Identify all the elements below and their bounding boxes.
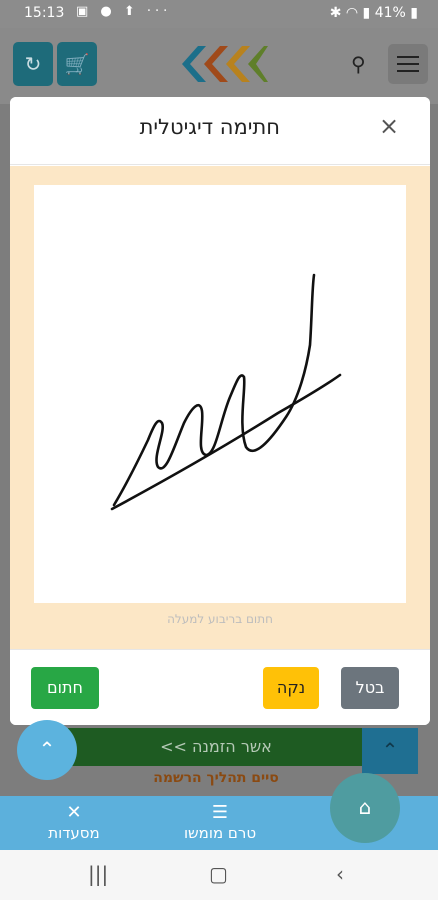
nav-item-unredeemed[interactable]: ☰ טרם מומשו <box>172 802 268 842</box>
signature-modal: חתימה דיגיטלית × חתום בריבוע למעלה חתום … <box>10 97 430 725</box>
status-right: ✱ ◠ ▮ 41% ▮ <box>330 5 418 21</box>
nav-item-restaurants[interactable]: ✕ מסעדות <box>34 802 114 842</box>
home-button[interactable]: ⌂ <box>330 773 400 843</box>
system-nav-bar: ||| ▢ ‹ <box>0 850 438 900</box>
cancel-button[interactable]: בטל <box>341 667 399 709</box>
chevron-up-icon: ⌃ <box>38 737 56 761</box>
scroll-button[interactable]: ⌃ <box>362 728 418 774</box>
back-icon[interactable]: ‹ <box>336 862 344 886</box>
sign-button[interactable]: חתום <box>31 667 99 709</box>
menu-button[interactable] <box>388 44 428 84</box>
list-icon: ☰ <box>211 802 229 823</box>
signature-hint: חתום בריבוע למעלה <box>167 612 273 626</box>
status-time: 15:13 <box>24 5 65 21</box>
recents-icon[interactable]: ||| <box>88 862 108 886</box>
confirm-order-button[interactable]: אשר הזמנה >> <box>68 728 364 766</box>
wifi-icon: ✱ ◠ ▮ <box>329 5 371 21</box>
status-bar: 15:13 ▣ ● ⬆ ··· ✱ ◠ ▮ 41% ▮ <box>0 0 438 28</box>
refresh-icon: ↻ <box>24 52 42 76</box>
signature-stroke <box>110 273 342 511</box>
notification-icons: ▣ ● ⬆ ··· <box>76 4 172 19</box>
modal-footer: חתום נקה בטל <box>10 649 430 725</box>
home-icon: ⌂ <box>358 795 372 819</box>
logo <box>182 46 268 82</box>
nav-item-label: טרם מומשו <box>183 824 257 842</box>
battery-level: 41% <box>374 5 406 21</box>
search-icon[interactable]: ⚲ <box>351 52 366 76</box>
close-icon[interactable]: × <box>376 111 402 141</box>
utensils-icon: ✕ <box>66 802 82 823</box>
cart-icon: 🛒 <box>64 52 90 76</box>
hamburger-icon <box>397 56 419 58</box>
app-header: ↻ 🛒 ⚲ <box>0 28 438 104</box>
home-nav-icon[interactable]: ▢ <box>209 862 228 886</box>
modal-header: חתימה דיגיטלית × <box>10 97 430 165</box>
clear-button[interactable]: נקה <box>263 667 319 709</box>
scroll-top-button[interactable]: ⌃ <box>17 720 77 780</box>
cart-button[interactable]: 🛒 <box>57 42 97 86</box>
modal-body: חתום בריבוע למעלה <box>10 166 430 649</box>
modal-title: חתימה דיגיטלית <box>139 115 280 139</box>
finish-registration-link[interactable]: סיים תהליך הרשמה <box>88 770 344 786</box>
battery-icon: ▮ <box>410 5 418 21</box>
refresh-button[interactable]: ↻ <box>13 42 53 86</box>
nav-item-label: מסעדות <box>48 824 100 842</box>
signature-pad[interactable] <box>34 185 406 603</box>
chevron-up-icon: ⌃ <box>381 738 399 762</box>
